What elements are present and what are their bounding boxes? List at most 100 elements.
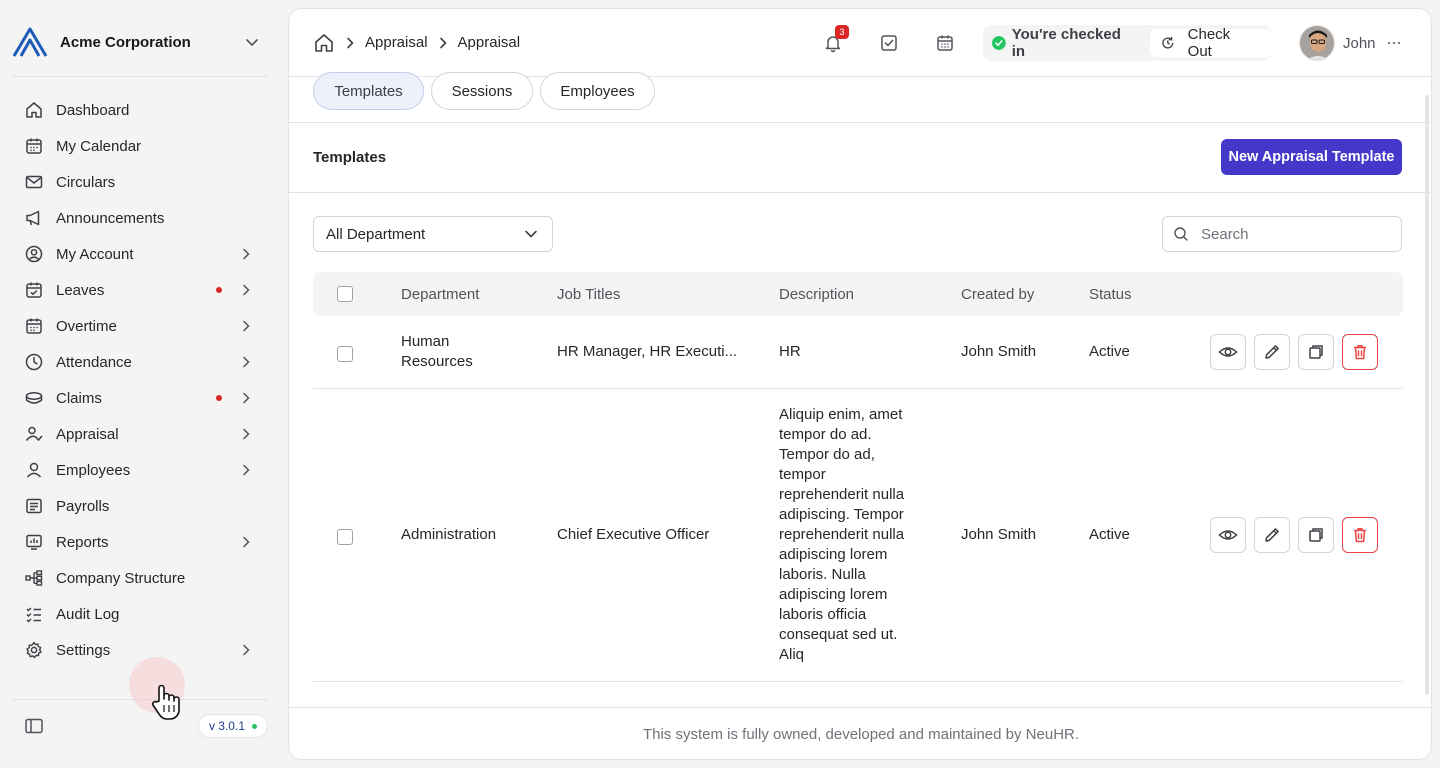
calendar-icon <box>937 35 953 51</box>
user-icon <box>24 460 44 480</box>
sidebar-item-announcements[interactable]: Announcements <box>12 200 268 236</box>
sidebar-item-overtime[interactable]: Overtime <box>12 308 268 344</box>
version-badge: v 3.0.1 <box>197 714 268 738</box>
sidebar-item-label: Overtime <box>56 317 117 335</box>
breadcrumb: Appraisal Appraisal <box>313 32 520 54</box>
delete-button[interactable] <box>1342 334 1378 370</box>
trash-icon <box>1354 344 1366 360</box>
org-switcher[interactable]: Acme Corporation <box>12 22 268 62</box>
column-header-status[interactable]: Status <box>1089 286 1132 303</box>
sidebar-item-attendance[interactable]: Attendance <box>12 344 268 380</box>
calendar-clock-icon <box>24 316 44 336</box>
tab-bar: Templates Sessions Employees <box>289 72 1431 123</box>
department-select[interactable]: All Department <box>313 216 553 252</box>
tab-employees[interactable]: Employees <box>540 72 655 110</box>
collapse-sidebar-button[interactable] <box>20 712 48 740</box>
version-label: v 3.0.1 <box>208 719 245 733</box>
user-menu[interactable]: John <box>1299 25 1402 61</box>
section-header: Templates New Appraisal Template <box>289 123 1431 193</box>
column-header-created-by[interactable]: Created by <box>961 286 1034 303</box>
sidebar-nav: Dashboard My Calendar Circulars Announcemen… <box>12 92 268 668</box>
sidebar-item-company-structure[interactable]: Company Structure <box>12 560 268 596</box>
tab-sessions[interactable]: Sessions <box>431 72 533 110</box>
cell-job-titles: Chief Executive Officer <box>557 526 710 543</box>
column-header-department[interactable]: Department <box>401 286 479 303</box>
user-photo-icon <box>1300 26 1334 60</box>
sidebar-item-appraisal[interactable]: Appraisal <box>12 416 268 452</box>
view-button[interactable] <box>1210 517 1246 553</box>
sidebar-item-label: Attendance <box>56 353 132 371</box>
chevron-down-icon <box>525 230 537 238</box>
row-checkbox[interactable] <box>337 529 353 545</box>
gear-icon <box>24 640 44 660</box>
tab-templates[interactable]: Templates <box>313 72 424 110</box>
sidebar-item-claims[interactable]: Claims <box>12 380 268 416</box>
divider <box>12 76 268 77</box>
chevron-right-icon <box>439 37 447 48</box>
edit-button[interactable] <box>1254 334 1290 370</box>
more-horizontal-icon <box>1387 41 1400 45</box>
scrollbar[interactable] <box>1425 95 1429 695</box>
check-out-button[interactable]: Check Out <box>1150 26 1271 60</box>
home-icon[interactable] <box>313 32 335 54</box>
column-header-job-titles[interactable]: Job Titles <box>557 286 620 303</box>
sidebar-item-audit-log[interactable]: Audit Log <box>12 596 268 632</box>
check-out-label: Check Out <box>1187 26 1231 60</box>
clock-icon <box>24 352 44 372</box>
mail-icon <box>24 172 44 192</box>
copy-icon <box>1309 345 1323 359</box>
duplicate-button[interactable] <box>1298 334 1334 370</box>
search-icon <box>1174 227 1188 241</box>
header-actions: 3 <box>819 25 987 57</box>
sidebar-item-payrolls[interactable]: Payrolls <box>12 488 268 524</box>
chevron-down-icon <box>246 39 258 46</box>
sidebar-item-reports[interactable]: Reports <box>12 524 268 560</box>
row-checkbox[interactable] <box>337 346 353 362</box>
table-row: Administration Chief Executive Officer A… <box>313 389 1403 682</box>
sidebar-item-label: Payrolls <box>56 497 110 515</box>
cell-status: Active <box>1089 526 1130 543</box>
search-input[interactable] <box>1201 225 1391 243</box>
department-select-value: All Department <box>326 225 426 243</box>
sidebar-item-leaves[interactable]: Leaves <box>12 272 268 308</box>
sidebar-item-label: Settings <box>56 641 111 659</box>
sidebar: Acme Corporation Dashboard My Calendar Cir… <box>0 0 280 768</box>
view-button[interactable] <box>1210 334 1246 370</box>
cell-description: Aliquip enim, amet tempor do ad. Tempor … <box>779 406 905 663</box>
trash-icon <box>1354 527 1366 543</box>
eye-icon <box>1218 347 1238 357</box>
tasks-button[interactable] <box>875 29 903 57</box>
hierarchy-icon <box>24 568 44 588</box>
sidebar-item-my-account[interactable]: My Account <box>12 236 268 272</box>
row-actions <box>1210 334 1386 370</box>
edit-button[interactable] <box>1254 517 1290 553</box>
sidebar-item-circulars[interactable]: Circulars <box>12 164 268 200</box>
cell-status: Active <box>1089 343 1130 360</box>
sidebar-item-label: Reports <box>56 533 109 551</box>
sidebar-item-my-calendar[interactable]: My Calendar <box>12 128 268 164</box>
column-header-description[interactable]: Description <box>779 286 854 303</box>
select-all-checkbox[interactable] <box>337 286 353 302</box>
megaphone-icon <box>24 208 44 228</box>
new-appraisal-template-button[interactable]: New Appraisal Template <box>1221 139 1402 175</box>
row-actions <box>1210 517 1386 553</box>
sidebar-item-label: Leaves <box>56 281 105 299</box>
sidebar-footer: v 3.0.1 <box>12 706 268 746</box>
cell-created-by: John Smith <box>961 526 1037 543</box>
status-dot <box>252 723 257 729</box>
breadcrumb-item[interactable]: Appraisal <box>458 34 521 51</box>
duplicate-button[interactable] <box>1298 517 1334 553</box>
chevron-right-icon <box>243 356 250 368</box>
sidebar-item-label: Company Structure <box>56 569 186 587</box>
chevron-right-icon <box>243 536 250 548</box>
notification-dot <box>216 287 222 293</box>
section-title: Templates <box>313 149 387 166</box>
page-footer: This system is fully owned, developed an… <box>289 707 1431 759</box>
sidebar-item-dashboard[interactable]: Dashboard <box>12 92 268 128</box>
delete-button[interactable] <box>1342 517 1378 553</box>
notifications-button[interactable]: 3 <box>819 25 849 57</box>
cell-department: Administration <box>401 526 497 543</box>
sidebar-item-employees[interactable]: Employees <box>12 452 268 488</box>
calendar-button[interactable] <box>931 29 959 57</box>
breadcrumb-item[interactable]: Appraisal <box>365 34 428 51</box>
